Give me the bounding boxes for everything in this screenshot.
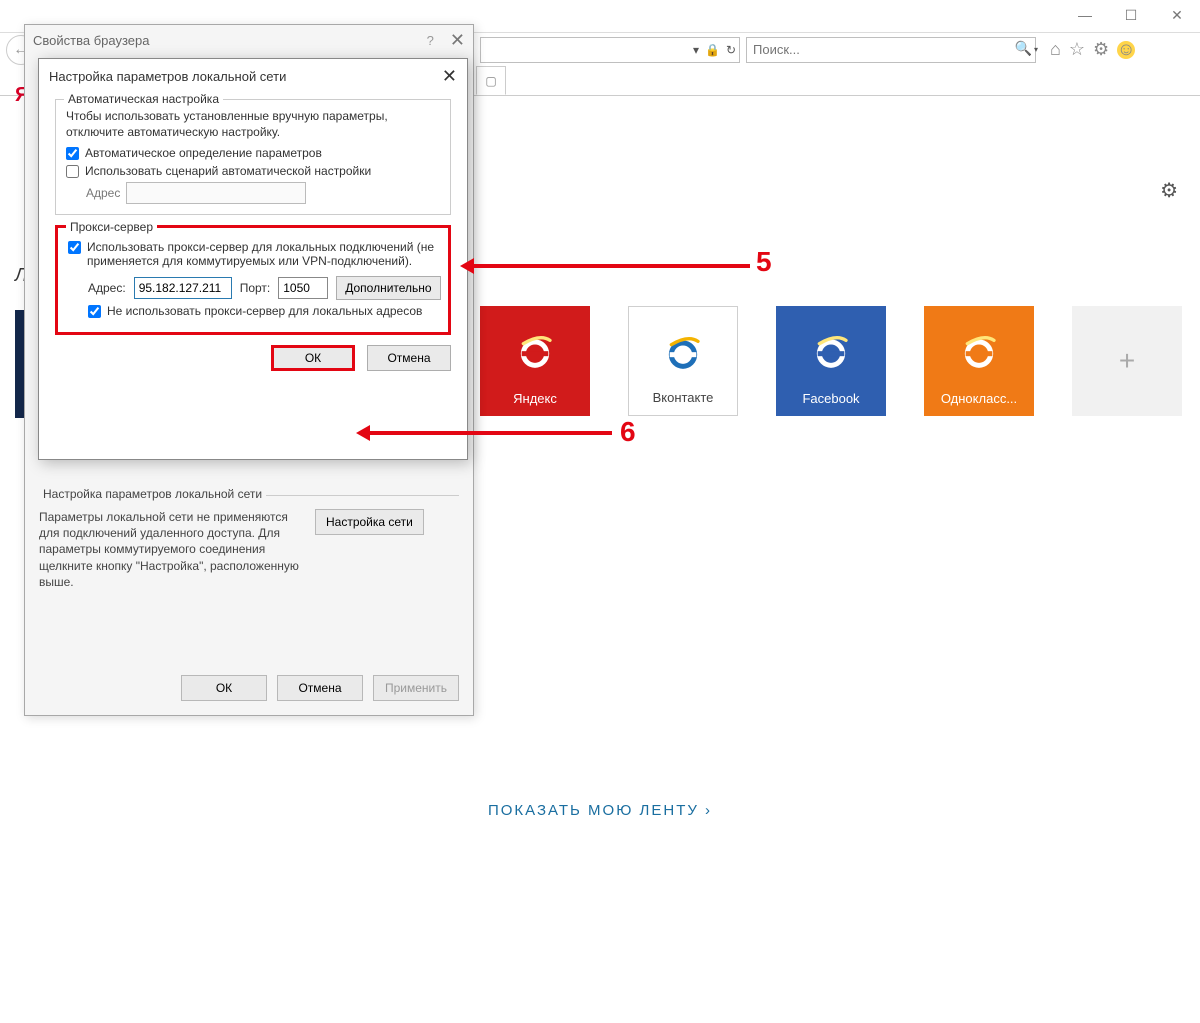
proxy-port-input[interactable]: [278, 277, 328, 299]
use-proxy-checkbox[interactable]: [68, 241, 81, 254]
url-dropdown-icon[interactable]: ▾: [693, 43, 699, 57]
dialog1-buttons: ОК Отмена Применить: [181, 675, 459, 701]
dialog1-titlebar: Свойства браузера ? ✕: [25, 25, 473, 55]
window-close-button[interactable]: ✕: [1154, 0, 1200, 30]
proxy-address-input[interactable]: [134, 277, 232, 299]
tile-odnoklassniki[interactable]: Однокласс...: [924, 306, 1034, 416]
lan-settings-dialog: Настройка параметров локальной сети ✕ Ав…: [38, 58, 468, 460]
window-controls: — ☐ ✕: [1062, 0, 1200, 30]
dialog2-close-icon[interactable]: ✕: [442, 66, 457, 87]
auto-config-legend: Автоматическая настройка: [64, 92, 223, 106]
tile-facebook[interactable]: Facebook: [776, 306, 886, 416]
search-dropdown-icon[interactable]: ▾: [1034, 45, 1038, 54]
dialog2-ok-button[interactable]: ОК: [271, 345, 355, 371]
annotation-number-5: 5: [750, 246, 778, 278]
use-proxy-label: Использовать прокси-сервер для локальных…: [87, 240, 438, 268]
search-icon[interactable]: 🔍: [1015, 40, 1032, 57]
auto-script-address-label: Адрес: [86, 186, 120, 200]
ie-icon: [515, 332, 555, 372]
auto-detect-label: Автоматическое определение параметров: [85, 146, 322, 160]
proxy-advanced-button[interactable]: Дополнительно: [336, 276, 440, 300]
gear-icon[interactable]: ⚙: [1093, 39, 1109, 60]
home-icon[interactable]: ⌂: [1050, 39, 1061, 60]
use-proxy-checkbox-row[interactable]: Использовать прокси-сервер для локальных…: [68, 240, 438, 268]
proxy-address-row: Адрес: Порт: Дополнительно: [88, 276, 438, 300]
address-bar-wrap: ▾ 🔒 ↻: [480, 37, 740, 63]
dialog1-close-icon[interactable]: ✕: [450, 30, 465, 51]
dialog1-title: Свойства браузера: [33, 33, 149, 48]
bypass-local-label: Не использовать прокси-сервер для локаль…: [107, 304, 422, 318]
tile-label: Facebook: [802, 391, 859, 406]
tile-label: Яндекс: [513, 391, 557, 406]
favorites-icon[interactable]: ☆: [1069, 39, 1085, 60]
bypass-local-checkbox[interactable]: [88, 305, 101, 318]
tile-add[interactable]: +: [1072, 306, 1182, 416]
maximize-button[interactable]: ☐: [1108, 0, 1154, 30]
dialog2-buttons: ОК Отмена: [55, 345, 451, 371]
page-gear-icon[interactable]: ⚙: [1160, 178, 1178, 203]
proxy-legend: Прокси-сервер: [66, 220, 157, 234]
lan-settings-group: Настройка параметров локальной сети Пара…: [39, 487, 459, 590]
speed-dial-tiles: Яндекс Вконтакте Facebook Однокласс... +: [480, 306, 1182, 416]
tile-label: Вконтакте: [653, 390, 714, 405]
ie-icon: [663, 333, 703, 373]
tile-vkontakte[interactable]: Вконтакте: [628, 306, 738, 416]
minimize-button[interactable]: —: [1062, 0, 1108, 30]
yandex-letter: Я: [15, 84, 23, 107]
annotation-arrow-5: [466, 264, 750, 268]
ie-icon: [959, 332, 999, 372]
auto-config-desc: Чтобы использовать установленные вручную…: [66, 108, 440, 140]
bypass-local-checkbox-row[interactable]: Не использовать прокси-сервер для локаль…: [88, 304, 438, 318]
auto-script-checkbox[interactable]: [66, 165, 79, 178]
auto-detect-checkbox[interactable]: [66, 147, 79, 160]
proxy-group: Прокси-сервер Использовать прокси-сервер…: [55, 225, 451, 335]
auto-script-checkbox-row[interactable]: Использовать сценарий автоматической нас…: [66, 164, 440, 178]
refresh-icon[interactable]: ↻: [726, 43, 736, 57]
auto-script-label: Использовать сценарий автоматической нас…: [85, 164, 371, 178]
auto-config-group: Автоматическая настройка Чтобы использов…: [55, 99, 451, 215]
dialog1-cancel-button[interactable]: Отмена: [277, 675, 363, 701]
auto-detect-checkbox-row[interactable]: Автоматическое определение параметров: [66, 146, 440, 160]
auto-script-address-row: Адрес: [86, 182, 440, 204]
show-feed-link[interactable]: ПОКАЗАТЬ МОЮ ЛЕНТУ ›: [488, 802, 712, 819]
lock-icon: 🔒: [705, 43, 720, 57]
smiley-icon[interactable]: ☺: [1117, 41, 1135, 59]
ie-icon: [811, 332, 851, 372]
dialog1-ok-button[interactable]: ОК: [181, 675, 267, 701]
auto-script-address-input: [126, 182, 306, 204]
proxy-address-label: Адрес:: [88, 281, 126, 295]
dialog2-titlebar: Настройка параметров локальной сети ✕: [39, 59, 467, 93]
tile-label: Однокласс...: [941, 391, 1017, 406]
search-input[interactable]: [746, 37, 1036, 63]
lan-group-title: Настройка параметров локальной сети: [39, 487, 266, 501]
dialog2-title: Настройка параметров локальной сети: [49, 69, 286, 84]
dialog1-apply-button[interactable]: Применить: [373, 675, 459, 701]
dialog1-help-icon[interactable]: ?: [427, 33, 434, 48]
tile-yandex[interactable]: Яндекс: [480, 306, 590, 416]
lan-settings-button[interactable]: Настройка сети: [315, 509, 424, 535]
lan-group-text: Параметры локальной сети не применяются …: [39, 509, 299, 590]
search-box-wrap: 🔍 ▾: [746, 37, 1036, 63]
new-tab-button[interactable]: ▢: [476, 66, 506, 95]
dialog2-cancel-button[interactable]: Отмена: [367, 345, 451, 371]
annotation-number-6: 6: [614, 416, 642, 448]
annotation-arrow-6: [362, 431, 612, 435]
proxy-port-label: Порт:: [240, 281, 271, 295]
